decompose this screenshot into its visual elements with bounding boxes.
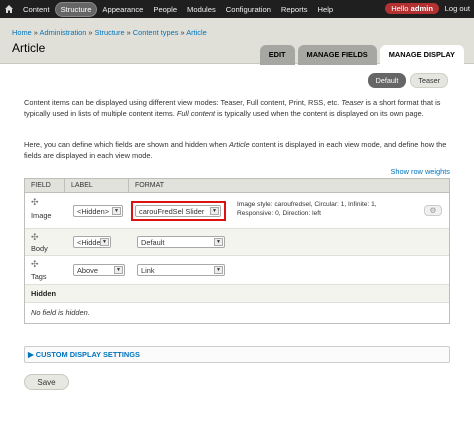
- header-field: Field: [25, 179, 65, 192]
- help-paragraph-2: Here, you can define which fields are sh…: [24, 140, 447, 160]
- fields-table: Field Label Format ✣ Image <Hidden> ▼ car…: [24, 178, 450, 324]
- label-select[interactable]: <Hidden> ▼: [73, 205, 123, 217]
- header-label: Label: [65, 179, 129, 192]
- user-greeting: Hello: [391, 4, 411, 13]
- format-select-value: Default: [141, 237, 165, 247]
- formatter-summary: Image style: caroufredsel, Circular: 1, …: [237, 201, 377, 217]
- toolbar-item-modules[interactable]: Modules: [182, 3, 221, 16]
- toolbar-item-content[interactable]: Content: [18, 3, 55, 16]
- table-header: Field Label Format: [25, 179, 449, 193]
- format-select[interactable]: Link ▼: [137, 264, 225, 276]
- chevron-down-icon: ▼: [214, 238, 223, 246]
- format-select-value: Link: [141, 265, 155, 275]
- tab-manage-display[interactable]: MANAGE DISPLAY: [379, 45, 464, 65]
- breadcrumb-content-types[interactable]: Content types: [133, 28, 179, 37]
- chevron-down-icon: ▼: [100, 238, 109, 246]
- custom-display-legend[interactable]: ▶ CUSTOM DISPLAY SETTINGS: [28, 350, 140, 359]
- table-row: ✣ Tags Above ▼ Link ▼: [25, 256, 449, 285]
- field-name: Tags: [31, 272, 47, 281]
- table-row: ✣ Image <Hidden> ▼ carouFredSel Slider ▼ I…: [25, 193, 449, 229]
- label-select-value: Above: [77, 265, 98, 275]
- empty-region-row: No field is hidden.: [25, 303, 449, 323]
- toolbar-item-structure[interactable]: Structure: [54, 1, 98, 17]
- page-header: Home » Administration » Structure » Cont…: [0, 18, 474, 65]
- toolbar-item-help[interactable]: Help: [313, 3, 339, 16]
- admin-toolbar: Content Structure Appearance People Modu…: [0, 0, 474, 18]
- toolbar-item-appearance[interactable]: Appearance: [97, 3, 148, 16]
- user-badge[interactable]: Hello admin: [385, 3, 439, 14]
- help-paragraph-1: Content items can be displayed using dif…: [24, 98, 441, 118]
- subtab-teaser[interactable]: Teaser: [410, 73, 448, 88]
- tab-manage-fields[interactable]: MANAGE FIELDS: [297, 45, 377, 65]
- gear-icon[interactable]: ⚙: [424, 205, 442, 216]
- custom-display-fieldset[interactable]: ▶ CUSTOM DISPLAY SETTINGS: [24, 346, 450, 363]
- primary-tabs: EDIT MANAGE FIELDS MANAGE DISPLAY: [259, 45, 464, 65]
- page-title: Article: [12, 41, 46, 55]
- label-select[interactable]: <Hidden> ▼: [73, 236, 111, 248]
- drag-handle-icon[interactable]: ✣: [31, 232, 39, 243]
- toolbar-item-people[interactable]: People: [148, 3, 182, 16]
- chevron-down-icon: ▼: [214, 266, 223, 274]
- logout-link[interactable]: Log out: [445, 4, 470, 13]
- toolbar-menu: Content Structure Appearance People Modu…: [18, 1, 339, 17]
- save-button[interactable]: Save: [24, 374, 69, 390]
- label-select[interactable]: Above ▼: [73, 264, 125, 276]
- chevron-down-icon: ▼: [112, 207, 121, 215]
- toolbar-item-reports[interactable]: Reports: [276, 3, 313, 16]
- drag-handle-icon[interactable]: ✣: [31, 259, 39, 270]
- label-select-value: <Hidden>: [77, 206, 110, 216]
- field-name: Body: [31, 244, 48, 253]
- breadcrumb-administration[interactable]: Administration: [40, 28, 87, 37]
- header-format: Format: [135, 182, 165, 189]
- show-row-weights-link[interactable]: Show row weights: [390, 167, 450, 176]
- breadcrumb-structure[interactable]: Structure: [95, 28, 125, 37]
- breadcrumb: Home » Administration » Structure » Cont…: [12, 28, 207, 37]
- table-row: ✣ Body <Hidden> ▼ Default ▼: [25, 229, 449, 256]
- user-name: admin: [410, 4, 433, 13]
- breadcrumb-home[interactable]: Home: [12, 28, 32, 37]
- format-select[interactable]: Default ▼: [137, 236, 225, 248]
- tab-edit[interactable]: EDIT: [259, 45, 295, 65]
- no-field-message: No field is hidden.: [31, 308, 90, 317]
- home-icon[interactable]: [0, 0, 18, 18]
- highlight-box: [131, 201, 226, 221]
- triangle-right-icon: ▶: [28, 350, 36, 359]
- chevron-down-icon: ▼: [114, 266, 123, 274]
- hidden-region-row: Hidden: [25, 285, 449, 303]
- view-mode-tabs: Default Teaser: [367, 73, 448, 88]
- hidden-region-title: Hidden: [31, 289, 57, 298]
- drag-handle-icon[interactable]: ✣: [31, 197, 39, 208]
- toolbar-item-configuration[interactable]: Configuration: [221, 3, 276, 16]
- field-name: Image: [31, 211, 52, 220]
- subtab-default[interactable]: Default: [367, 73, 407, 88]
- breadcrumb-article[interactable]: Article: [186, 28, 207, 37]
